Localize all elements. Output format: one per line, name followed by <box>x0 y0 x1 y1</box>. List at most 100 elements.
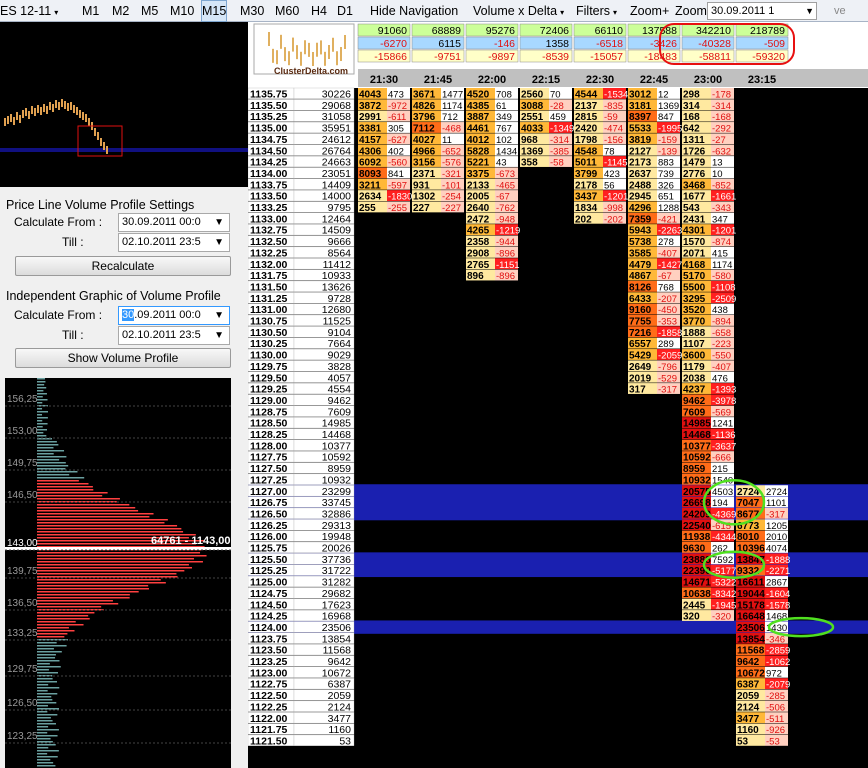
cluster-volume[interactable]: 16611 <box>737 578 765 589</box>
time-column-header[interactable]: 23:15 <box>748 74 776 86</box>
cluster-volume[interactable]: 3872 <box>359 101 382 112</box>
cluster-delta[interactable]: 1174 <box>442 101 462 112</box>
cluster-volume[interactable]: 2815 <box>575 112 598 123</box>
cluster-delta[interactable]: -407 <box>712 362 731 373</box>
cluster-delta[interactable]: 423 <box>604 169 620 180</box>
cluster-delta[interactable]: 2724 <box>766 487 787 498</box>
cluster-volume[interactable]: 1726 <box>683 146 706 157</box>
cluster-delta[interactable]: 4503 <box>712 487 733 498</box>
cluster-volume[interactable]: 3211 <box>359 180 381 191</box>
cluster-volume[interactable]: 4265 <box>467 226 490 237</box>
toolbar-item-es-12-11[interactable]: ES 12-11 ▾ <box>0 0 58 22</box>
cluster-volume[interactable]: 3887 <box>467 112 490 123</box>
cluster-volume[interactable]: 1888 <box>683 328 706 339</box>
cluster-delta[interactable]: -353 <box>658 317 677 328</box>
cluster-delta[interactable]: -972 <box>388 101 407 112</box>
cluster-volume[interactable]: 4157 <box>359 135 382 146</box>
cluster-volume[interactable]: 2637 <box>629 169 652 180</box>
cluster-delta[interactable]: -1201 <box>604 192 628 203</box>
cluster-delta[interactable]: -597 <box>388 180 407 191</box>
cluster-delta[interactable]: -5322 <box>712 578 736 589</box>
time-column-header[interactable]: 21:45 <box>424 74 452 86</box>
cluster-delta[interactable]: 194 <box>712 498 728 509</box>
cluster-delta[interactable]: 289 <box>658 339 674 350</box>
cluster-delta[interactable]: -321 <box>442 169 461 180</box>
cluster-delta[interactable]: -627 <box>388 135 407 146</box>
cluster-volume[interactable]: 1179 <box>683 362 705 373</box>
cluster-delta[interactable]: -474 <box>604 124 623 135</box>
cluster-volume[interactable]: 4168 <box>683 260 706 271</box>
toolbar-item-volume-x-delta[interactable]: Volume x Delta ▾ <box>473 0 564 22</box>
cluster-delta[interactable]: 102 <box>496 135 512 146</box>
cluster-delta[interactable]: -254 <box>442 192 461 203</box>
cluster-delta[interactable]: -139 <box>658 146 677 157</box>
cluster-volume[interactable]: 1107 <box>683 339 705 350</box>
s1-till-field[interactable]: 02.10.2011 23:5 ▼ <box>118 233 230 252</box>
cluster-delta[interactable]: -202 <box>604 214 623 225</box>
toolbar-item-zoom-[interactable]: Zoom+ <box>630 0 669 22</box>
cluster-volume[interactable]: 4548 <box>575 146 598 157</box>
cluster-delta[interactable]: -1858 <box>658 328 682 339</box>
time-column-header[interactable]: 22:45 <box>640 74 668 86</box>
cluster-delta[interactable]: 215 <box>712 464 728 475</box>
cluster-volume[interactable]: 10672 <box>737 668 765 679</box>
cluster-delta[interactable]: -28 <box>550 101 564 112</box>
time-column-header[interactable]: 22:00 <box>478 74 506 86</box>
cluster-delta[interactable]: 1174 <box>712 260 732 271</box>
cluster-volume[interactable]: 168 <box>683 112 700 123</box>
cluster-volume[interactable]: 317 <box>629 385 646 396</box>
cluster-delta[interactable]: -762 <box>496 203 515 214</box>
cluster-volume[interactable]: 7755 <box>629 317 652 328</box>
cluster-delta[interactable]: -3978 <box>712 396 736 407</box>
cluster-delta[interactable]: -835 <box>604 101 623 112</box>
cluster-delta[interactable]: -1349 <box>550 124 574 135</box>
cluster-volume[interactable]: 2127 <box>629 146 652 157</box>
cluster-delta[interactable]: -465 <box>496 180 515 191</box>
toolbar-item-m2[interactable]: M2 <box>112 0 129 22</box>
cluster-volume[interactable]: 6557 <box>629 339 652 350</box>
cluster-volume[interactable]: 5533 <box>629 124 652 135</box>
cluster-delta[interactable]: -560 <box>388 158 407 169</box>
toolbar-item-zoom-[interactable]: Zoom- <box>675 0 711 22</box>
cluster-delta[interactable]: 476 <box>712 373 728 384</box>
cluster-volume[interactable]: 3012 <box>629 90 652 101</box>
cluster-delta[interactable]: -1578 <box>766 600 790 611</box>
cluster-delta[interactable]: -1945 <box>712 600 736 611</box>
chevron-down-icon[interactable]: ▼ <box>214 234 224 251</box>
cluster-delta[interactable]: 1369 <box>658 101 679 112</box>
cluster-delta[interactable]: 78 <box>604 146 615 157</box>
toolbar-item-m1[interactable]: M1 <box>82 0 99 22</box>
cluster-volume[interactable]: 6092 <box>359 158 382 169</box>
cluster-delta[interactable]: -2509 <box>712 294 736 305</box>
cluster-volume[interactable]: 2137 <box>575 101 598 112</box>
cluster-delta[interactable]: -346 <box>766 634 785 645</box>
cluster-volume[interactable]: 2371 <box>413 169 436 180</box>
cluster-volume[interactable]: 2059 <box>737 691 760 702</box>
cluster-volume[interactable]: 23506 <box>737 623 765 634</box>
cluster-delta[interactable]: -569 <box>712 407 731 418</box>
cluster-delta[interactable]: -178 <box>712 90 731 101</box>
cluster-volume[interactable]: 2640 <box>467 203 490 214</box>
cluster-volume[interactable]: 2488 <box>629 180 652 191</box>
cluster-delta[interactable]: -511 <box>766 714 784 725</box>
cluster-delta[interactable]: 4074 <box>766 544 787 555</box>
cluster-delta[interactable]: 13 <box>712 158 723 169</box>
cluster-volume[interactable]: 2133 <box>467 180 490 191</box>
cluster-volume[interactable]: 2945 <box>629 192 652 203</box>
cluster-volume[interactable]: 1677 <box>683 192 706 203</box>
toolbar-item-filters[interactable]: Filters ▾ <box>576 0 617 22</box>
cluster-delta[interactable]: -317 <box>658 385 677 396</box>
cluster-delta[interactable]: -1888 <box>766 555 790 566</box>
cluster-delta[interactable]: -320 <box>712 612 731 623</box>
cluster-delta[interactable]: -67 <box>496 192 510 203</box>
cluster-volume[interactable]: 3799 <box>575 169 598 180</box>
cluster-delta[interactable]: 278 <box>658 237 674 248</box>
cluster-delta[interactable]: -450 <box>658 305 677 316</box>
cluster-delta[interactable]: -1151 <box>496 260 520 271</box>
toolbar-item-hide-navigation[interactable]: Hide Navigation <box>370 0 458 22</box>
cluster-delta[interactable]: -207 <box>658 294 677 305</box>
cluster-volume[interactable]: 4867 <box>629 271 652 282</box>
cluster-volume[interactable]: 3477 <box>737 714 760 725</box>
cluster-delta[interactable]: 349 <box>496 112 512 123</box>
cluster-volume[interactable]: 896 <box>467 271 484 282</box>
